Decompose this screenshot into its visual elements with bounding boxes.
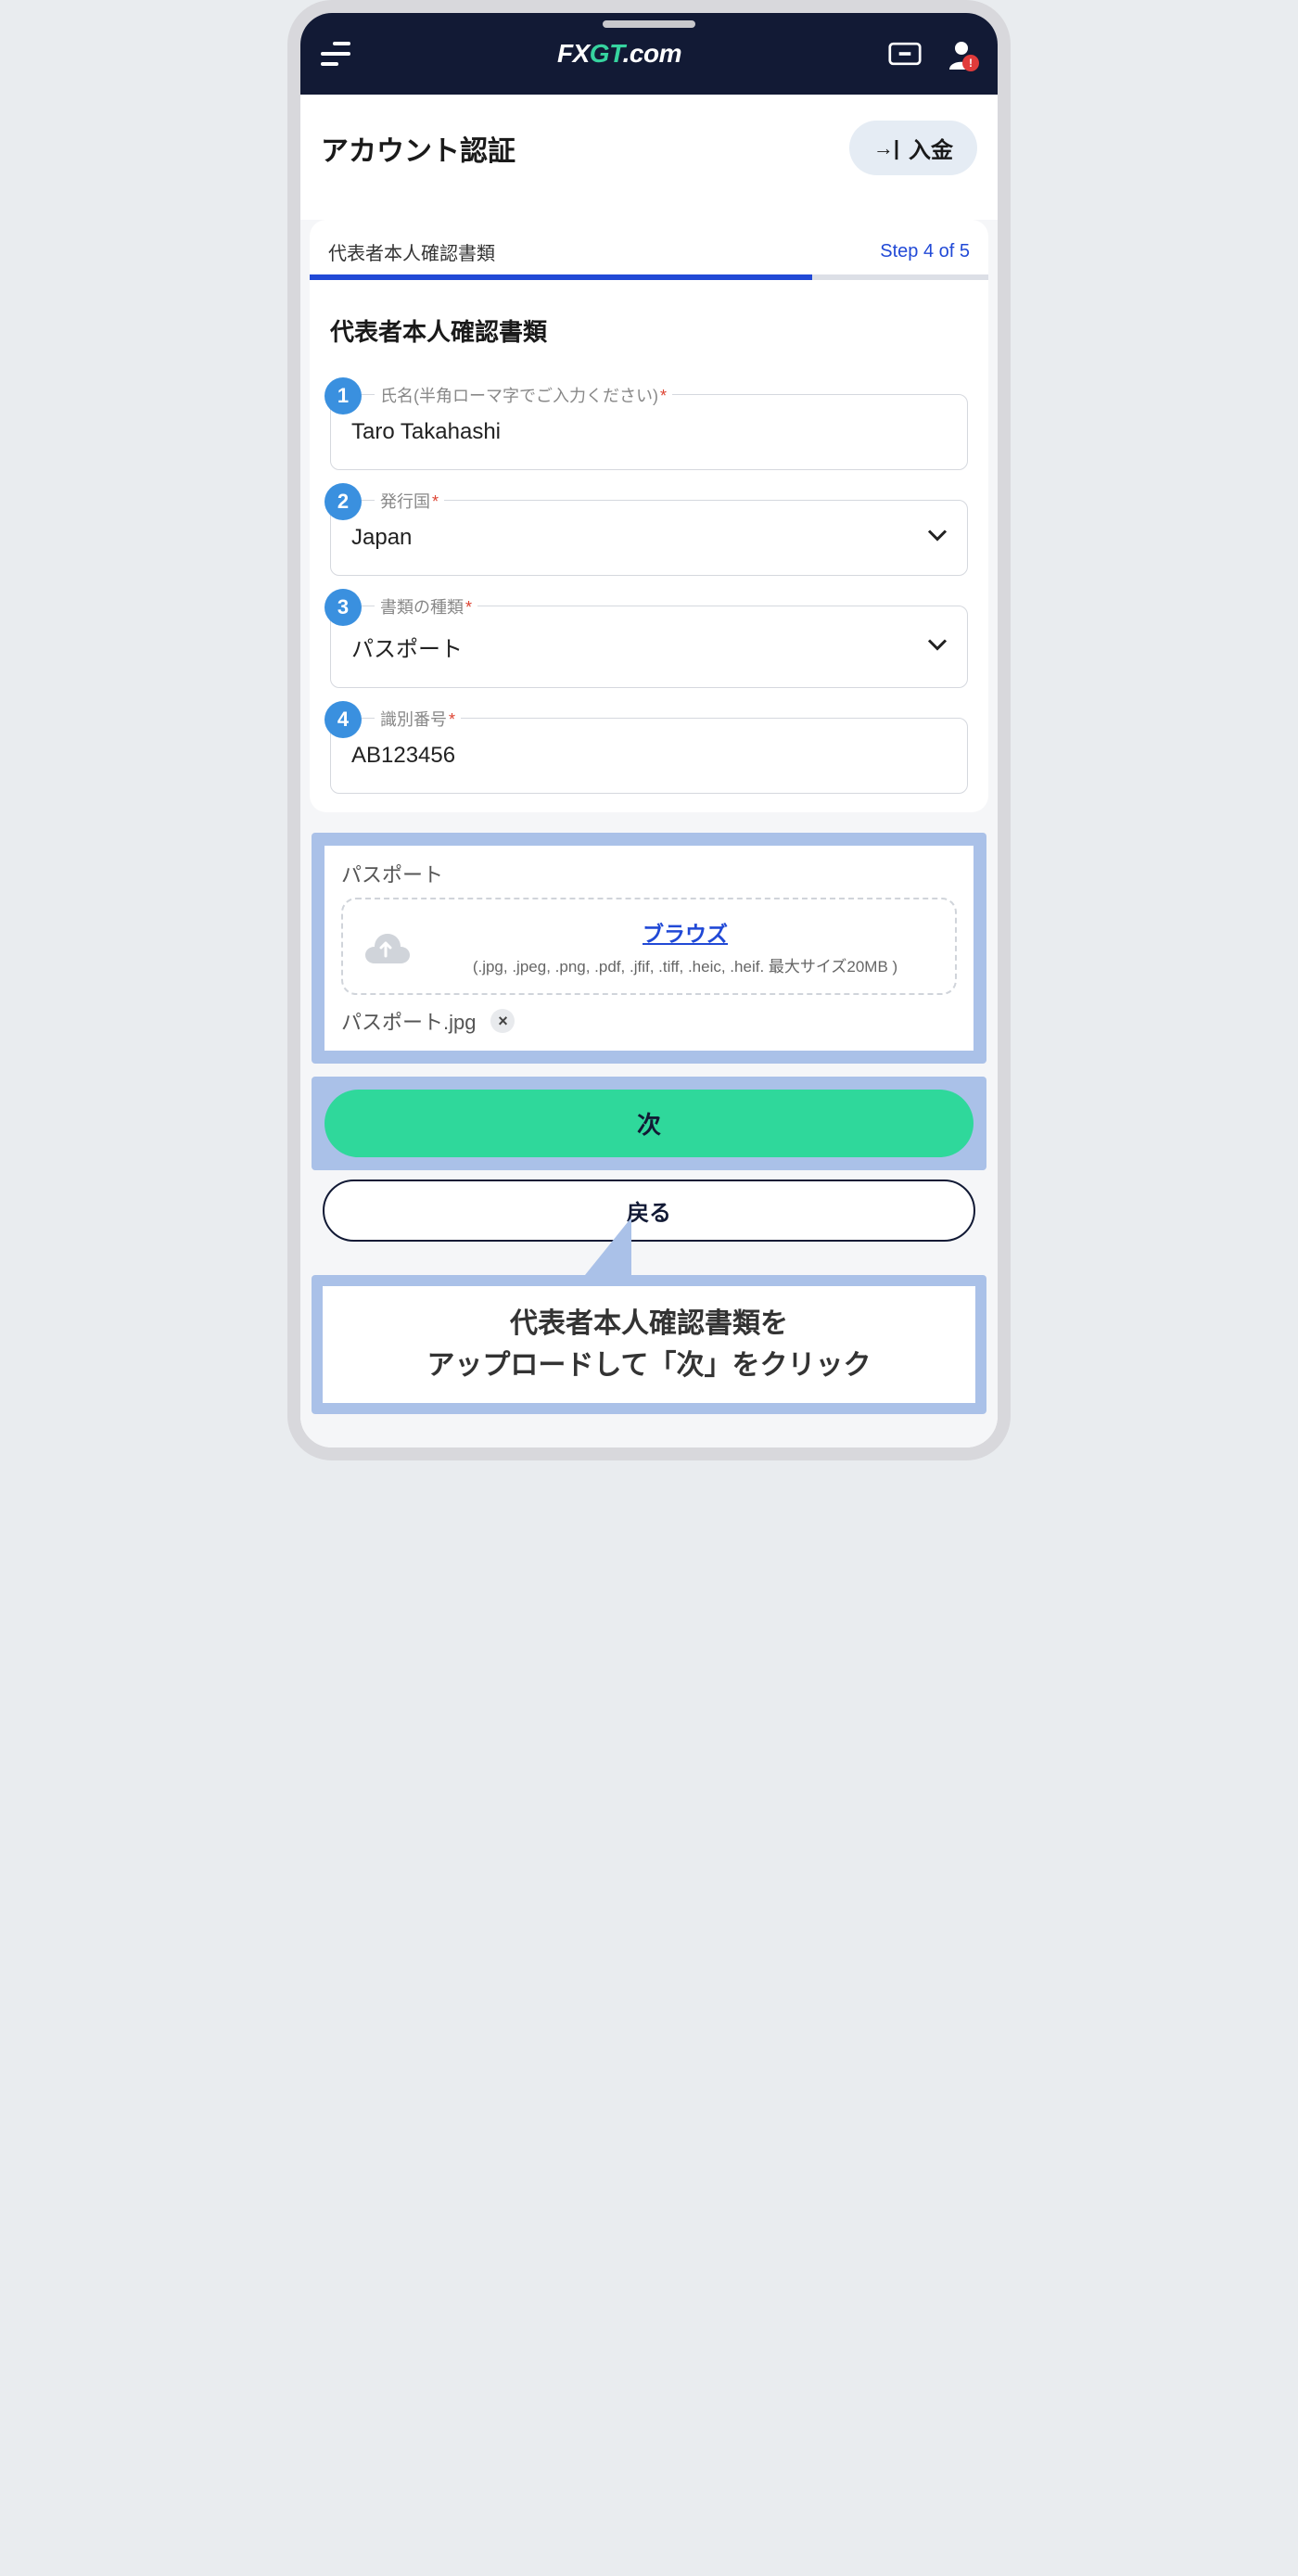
page-title-bar: アカウント認証 →| 入金	[300, 95, 998, 198]
logo-prefix: FX	[557, 39, 590, 68]
step-title: 代表者本人確認書類	[328, 238, 495, 265]
profile-icon[interactable]: !	[946, 38, 977, 70]
step-header: 代表者本人確認書類 Step 4 of 5	[310, 238, 988, 274]
doctype-field-group: 3 書類の種類* パスポート	[330, 606, 968, 688]
deposit-label: 入金	[909, 132, 953, 164]
page-title: アカウント認証	[321, 128, 515, 169]
next-button[interactable]: 次	[324, 1090, 974, 1157]
cloud-upload-icon	[360, 926, 412, 967]
form-card: 代表者本人確認書類 Step 4 of 5 代表者本人確認書類 1 氏名(半角ロ…	[310, 220, 988, 812]
deposit-button[interactable]: →| 入金	[849, 121, 977, 175]
deposit-arrow-icon: →|	[873, 136, 899, 160]
badge-3: 3	[324, 589, 362, 626]
section-heading: 代表者本人確認書類	[310, 280, 988, 364]
next-button-highlight: 次	[312, 1077, 986, 1170]
doctype-label: 書類の種類*	[375, 594, 477, 618]
upload-dropzone[interactable]: ブラウズ (.jpg, .jpeg, .png, .pdf, .jfif, .t…	[341, 898, 957, 995]
upload-highlight-box: パスポート ブラウズ (.jpg, .jpeg, .png, .pdf, .jf…	[312, 833, 986, 1064]
callout-line2: アップロードして「次」をクリック	[332, 1345, 966, 1386]
progress-bar	[310, 274, 988, 280]
uploaded-file-name: パスポート.jpg	[341, 1006, 476, 1036]
alert-badge-icon: !	[962, 55, 979, 71]
country-field-group: 2 発行国* Japan	[330, 500, 968, 576]
uploaded-file-row: パスポート.jpg ×	[341, 1006, 957, 1036]
step-counter: Step 4 of 5	[880, 241, 970, 262]
logo-gt: GT	[590, 39, 623, 68]
idnum-field-group: 4 識別番号*	[330, 718, 968, 794]
back-button[interactable]: 戻る	[323, 1180, 975, 1242]
file-hint: (.jpg, .jpeg, .png, .pdf, .jfif, .tiff, …	[432, 953, 938, 976]
callout-pointer-icon	[585, 1218, 631, 1275]
badge-1: 1	[324, 377, 362, 414]
progress-fill	[310, 274, 812, 280]
idnum-label: 識別番号*	[375, 707, 461, 731]
logo: FXGT.com	[557, 39, 681, 69]
browse-link[interactable]: ブラウズ	[432, 916, 938, 948]
ticket-icon[interactable]	[888, 42, 922, 66]
logo-suffix: .com	[623, 39, 681, 68]
name-label: 氏名(半角ローマ字でご入力ください)*	[375, 383, 672, 407]
badge-4: 4	[324, 701, 362, 738]
callout-wrap: 代表者本人確認書類を アップロードして「次」をクリック	[312, 1275, 986, 1414]
upload-title: パスポート	[341, 859, 957, 888]
name-field-group: 1 氏名(半角ローマ字でご入力ください)*	[330, 394, 968, 470]
remove-file-button[interactable]: ×	[490, 1009, 515, 1033]
header-actions: !	[888, 38, 977, 70]
country-label: 発行国*	[375, 489, 444, 513]
upload-card: パスポート ブラウズ (.jpg, .jpeg, .png, .pdf, .jf…	[324, 846, 974, 1051]
menu-icon[interactable]	[321, 42, 350, 66]
callout-box: 代表者本人確認書類を アップロードして「次」をクリック	[312, 1275, 986, 1414]
badge-2: 2	[324, 483, 362, 520]
callout-line1: 代表者本人確認書類を	[332, 1303, 966, 1345]
